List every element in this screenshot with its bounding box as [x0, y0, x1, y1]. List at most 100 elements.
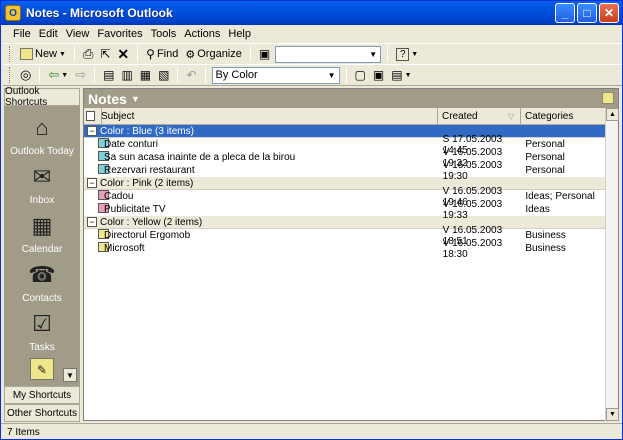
group-header-pink[interactable]: − Color : Pink (2 items) [84, 177, 606, 190]
group-header-yellow[interactable]: − Color : Yellow (2 items) [84, 216, 606, 229]
note-row[interactable]: Sa sun acasa inainte de a pleca de la bi… [84, 147, 606, 169]
move-to-folder-button[interactable]: ⇱ [98, 45, 112, 63]
close-button[interactable]: ✕ [599, 3, 619, 23]
note-created: V 16.05.2003 19:33 [442, 198, 503, 221]
outlook-shortcuts-header[interactable]: Outlook Shortcuts [4, 86, 80, 108]
note-row[interactable]: Microsoft V 16.05.2003 18:30 Business [84, 238, 606, 260]
note-row[interactable]: Cadou V 16.05.2003 19:46 Ideas; Personal [84, 186, 606, 208]
menu-favorites[interactable]: Favorites [93, 28, 146, 40]
list-view-button[interactable]: ▤ ▼ [389, 66, 413, 84]
preview-pane-button[interactable]: ▦ [138, 66, 153, 84]
address-combo[interactable]: ▼ [275, 45, 382, 63]
menu-tools[interactable]: Tools [147, 28, 181, 40]
shortcut-label: Outlook Today [10, 146, 74, 157]
menu-view[interactable]: View [62, 28, 94, 40]
note-row[interactable]: Rezervari restaurant V 16.05.2003 19:30 … [84, 160, 606, 182]
forward-button[interactable]: ⇨ [73, 66, 88, 84]
status-bar: 7 Items [1, 423, 622, 440]
organize-icon: ⚙ [185, 48, 196, 61]
chevron-down-icon[interactable]: ▼ [131, 94, 140, 104]
toolbar-separator [73, 46, 75, 62]
print-preview-button[interactable]: ▧ [156, 66, 171, 84]
tasks-icon: ☑ [32, 311, 52, 336]
undo-button[interactable]: ↶ [184, 66, 198, 84]
subject-column-header[interactable]: Subject [86, 108, 438, 124]
shortcuts-scroll-down-button[interactable]: ▼ [63, 368, 77, 382]
other-shortcuts-button[interactable]: Other Shortcuts [4, 404, 80, 422]
new-note-icon [20, 48, 33, 60]
menu-actions[interactable]: Actions [180, 28, 224, 40]
notes-list: − Color : Blue (3 items) Date conturi S … [84, 125, 606, 260]
chevron-down-icon[interactable]: ▼ [405, 72, 412, 79]
scroll-down-button[interactable]: ▼ [606, 408, 619, 421]
folder-title: Notes [88, 90, 127, 107]
outlook-today-button[interactable]: ◎ [18, 66, 33, 84]
help-button[interactable]: ? ▼ [394, 45, 420, 63]
window-title: Notes - Microsoft Outlook [26, 6, 173, 20]
find-icon: ⚲ [146, 47, 155, 61]
collapse-icon[interactable]: − [87, 178, 97, 188]
note-subject: Cadou [104, 191, 134, 202]
folder-list-button[interactable]: ▥ [119, 66, 134, 84]
note-subject: Directorul Ergomob [104, 230, 191, 241]
shortcut-tasks[interactable]: ☑ Tasks [4, 310, 80, 353]
chevron-down-icon[interactable]: ▼ [59, 51, 66, 58]
address-book-button[interactable]: ▣ [257, 45, 272, 63]
inbox-icon: ✉ [32, 164, 52, 189]
note-row[interactable]: Date conturi S 17.05.2003 14:45 Personal [84, 134, 606, 156]
my-shortcuts-button[interactable]: My Shortcuts [4, 386, 80, 404]
note-categories: Personal [525, 152, 565, 163]
toolbar-separator [387, 46, 389, 62]
chevron-down-icon[interactable]: ▼ [61, 72, 68, 79]
toolbar-grip[interactable] [9, 67, 12, 83]
chevron-down-icon[interactable]: ▼ [328, 71, 336, 80]
menu-edit[interactable]: Edit [35, 28, 62, 40]
note-row[interactable]: Publicitate TV V 16.05.2003 19:33 Ideas [84, 199, 606, 221]
collapse-icon[interactable]: − [87, 126, 97, 136]
notes-view: Notes ▼ Subject Created ▽ Categories − C… [83, 88, 619, 421]
created-column-header[interactable]: Created ▽ [438, 108, 521, 124]
calendar-icon: ▦ [31, 213, 53, 238]
globe-icon: ◎ [20, 67, 32, 82]
preview-pane-icon: ▦ [139, 68, 152, 82]
note-subject: Rezervari restaurant [104, 165, 195, 176]
note-subject: Microsoft [104, 243, 145, 254]
delete-icon: ✕ [117, 45, 130, 62]
chevron-down-icon[interactable]: ▼ [369, 50, 377, 59]
collapse-icon[interactable]: − [87, 217, 97, 227]
menu-file[interactable]: File [9, 28, 35, 40]
current-view-combo[interactable]: By Color ▼ [211, 66, 340, 84]
chevron-down-icon[interactable]: ▼ [411, 51, 418, 58]
shortcut-outlook-today[interactable]: ⌂ Outlook Today [4, 114, 80, 157]
group-header-blue[interactable]: − Color : Blue (3 items) [84, 125, 606, 138]
new-button[interactable]: New ▼ [18, 45, 68, 63]
shortcut-calendar[interactable]: ▦ Calendar [4, 212, 80, 255]
note-categories: Personal [525, 139, 565, 150]
categories-column-header[interactable]: Categories [521, 108, 606, 124]
large-icons-button[interactable]: ▢ [353, 66, 368, 84]
organize-button-label: Organize [197, 48, 242, 60]
note-subject: Publicitate TV [104, 204, 166, 215]
outlook-window: O Notes - Microsoft Outlook _ □ ✕ File E… [0, 0, 623, 440]
back-button[interactable]: ⇦ ▼ [46, 66, 70, 84]
folder-banner[interactable]: Notes ▼ [84, 89, 618, 108]
house-icon: ⌂ [35, 115, 49, 140]
vertical-scrollbar[interactable]: ▲ ▼ [605, 108, 619, 421]
menu-help[interactable]: Help [224, 28, 255, 40]
note-categories: Ideas; Personal [525, 191, 595, 202]
small-icons-button[interactable]: ▣ [371, 66, 386, 84]
menu-bar: File Edit View Favorites Tools Actions H… [1, 25, 622, 43]
shortcut-contacts[interactable]: ☎ Contacts [4, 261, 80, 304]
find-button[interactable]: ⚲ Find [144, 45, 180, 63]
organize-button[interactable]: ⚙ Organize [183, 45, 244, 63]
maximize-button[interactable]: □ [577, 3, 597, 23]
toolbar-grip[interactable] [9, 46, 12, 62]
scroll-up-button[interactable]: ▲ [606, 108, 619, 121]
up-one-level-button[interactable]: ▤ [101, 66, 116, 84]
outlook-icon: O [5, 5, 21, 21]
note-row[interactable]: Directorul Ergomob V 16.05.2003 18:51 Bu… [84, 225, 606, 247]
print-button[interactable]: ⎙ [81, 45, 95, 63]
shortcut-inbox[interactable]: ✉ Inbox [4, 163, 80, 206]
delete-button[interactable]: ✕ [115, 45, 131, 63]
minimize-button[interactable]: _ [555, 3, 575, 23]
